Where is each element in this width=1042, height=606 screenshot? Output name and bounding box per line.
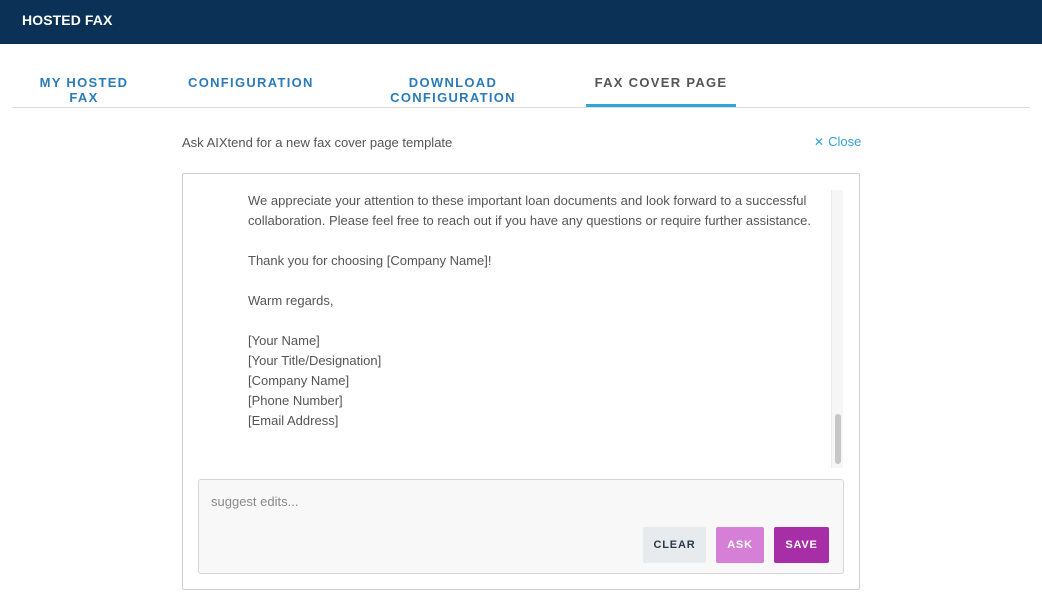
- letter-paragraph: Thank you for choosing [Company Name]!: [248, 253, 492, 268]
- suggest-edits-input[interactable]: [200, 481, 840, 521]
- clear-button[interactable]: CLEAR: [643, 527, 706, 563]
- ai-panel-title: Ask AIXtend for a new fax cover page tem…: [182, 135, 453, 150]
- signature-line: [Your Title/Designation]: [248, 353, 382, 368]
- app-title: HOSTED FAX: [22, 12, 113, 28]
- signature-line: [Phone Number]: [248, 393, 343, 408]
- top-bar: HOSTED FAX: [0, 0, 1042, 44]
- signature-line: [Your Name]: [248, 333, 320, 348]
- signature-line: [Email Address]: [248, 413, 339, 428]
- edit-box: CLEAR ASK SAVE: [198, 479, 844, 574]
- tab-configuration[interactable]: CONFIGURATION: [188, 60, 312, 107]
- close-icon: ✕: [814, 134, 825, 149]
- template-preview: We appreciate your attention to these im…: [248, 191, 828, 467]
- letter-paragraph: Warm regards,: [248, 293, 334, 308]
- close-button[interactable]: ✕ Close: [814, 134, 861, 149]
- ask-button[interactable]: ASK: [716, 527, 764, 563]
- letter-paragraph: We appreciate your attention to these im…: [248, 193, 811, 228]
- tab-fax-cover-page[interactable]: FAX COVER PAGE: [586, 60, 736, 107]
- preview-scrollbar[interactable]: [831, 190, 843, 468]
- save-button[interactable]: SAVE: [774, 527, 829, 563]
- scrollbar-thumb[interactable]: [835, 414, 841, 464]
- signature-block: [Your Name] [Your Title/Designation] [Co…: [248, 331, 828, 431]
- signature-line: [Company Name]: [248, 373, 350, 388]
- tab-bar: MY HOSTED FAX CONFIGURATION DOWNLOAD CON…: [12, 60, 1030, 108]
- tab-my-hosted-fax[interactable]: MY HOSTED FAX: [27, 60, 141, 107]
- close-label: Close: [828, 134, 862, 149]
- template-panel: We appreciate your attention to these im…: [182, 173, 860, 590]
- tab-download-configuration[interactable]: DOWNLOAD CONFIGURATION: [352, 60, 554, 107]
